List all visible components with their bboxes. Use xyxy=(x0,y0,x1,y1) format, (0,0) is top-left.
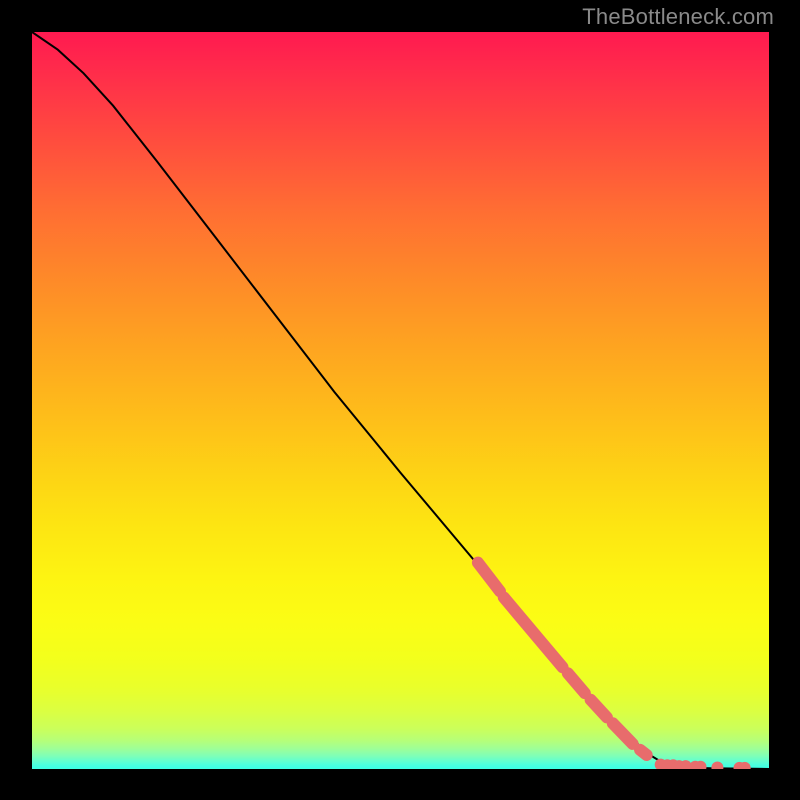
chart-plot-area xyxy=(32,32,769,769)
attribution-text: TheBottleneck.com xyxy=(582,4,774,30)
chart-svg xyxy=(32,32,769,769)
scatter-segment xyxy=(640,750,647,755)
